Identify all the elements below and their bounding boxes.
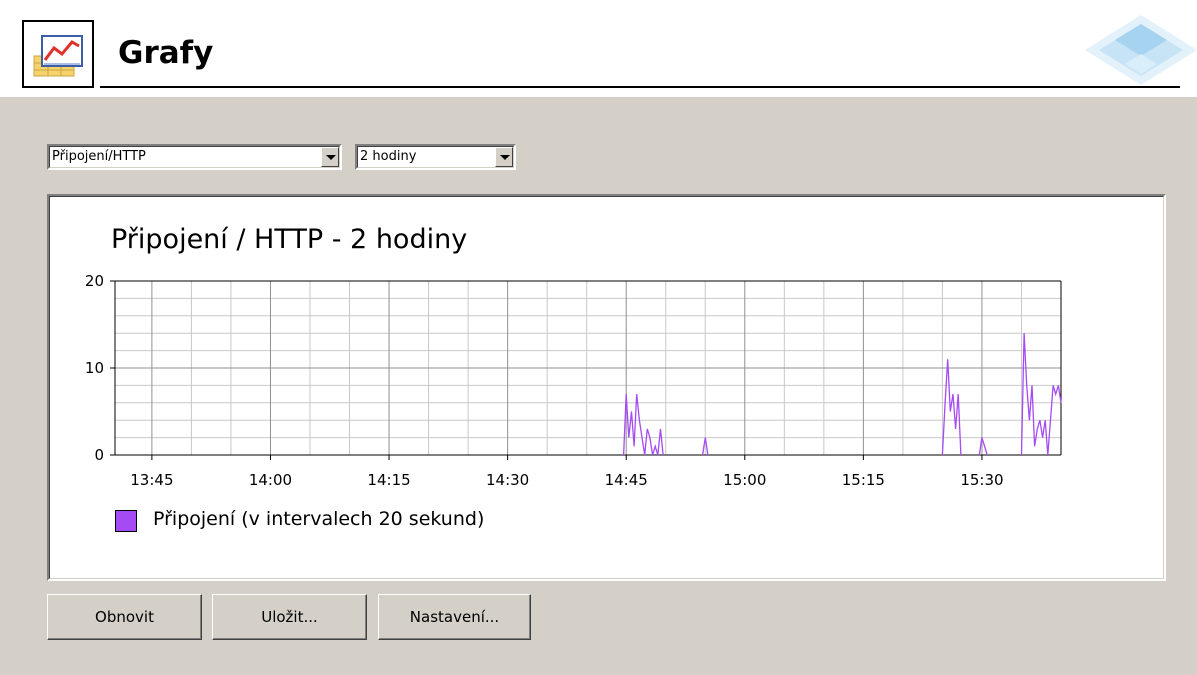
x-tick-label: 13:45 [130,471,173,489]
type-select-value: Připojení/HTTP [52,149,146,164]
range-select[interactable]: 2 hodiny [355,144,516,170]
series-line [978,437,988,456]
save-button[interactable]: Uložit... [212,594,367,640]
y-tick-label: 10 [85,359,104,377]
x-tick-label: 14:45 [605,471,648,489]
chart-icon [22,20,94,88]
logo-icon [1085,0,1197,100]
y-tick-label: 20 [85,272,104,290]
chart-panel: Připojení / HTTP - 2 hodiny 13:45 14:00 14… [47,194,1166,581]
x-tick-label: 14:00 [249,471,292,489]
page-title: Grafy [118,35,214,71]
header-divider [100,86,1180,88]
legend-label: Připojení (v intervalech 20 sekund) [153,508,485,530]
x-tick-label: 14:15 [367,471,410,489]
series-line [1020,333,1062,456]
settings-button[interactable]: Nastavení... [378,594,531,640]
range-select-value: 2 hodiny [360,149,417,164]
chevron-down-icon[interactable] [321,147,339,167]
type-select[interactable]: Připojení/HTTP [47,144,342,170]
series-line [941,359,962,456]
chevron-down-icon[interactable] [495,147,513,167]
x-tick-label: 14:30 [486,471,529,489]
x-tick-label: 15:30 [960,471,1003,489]
legend-swatch [115,510,137,532]
x-tick-label: 15:15 [842,471,885,489]
header: Grafy [0,0,1197,97]
x-tick-label: 15:00 [723,471,766,489]
y-tick-label: 0 [94,446,104,464]
refresh-button[interactable]: Obnovit [47,594,202,640]
